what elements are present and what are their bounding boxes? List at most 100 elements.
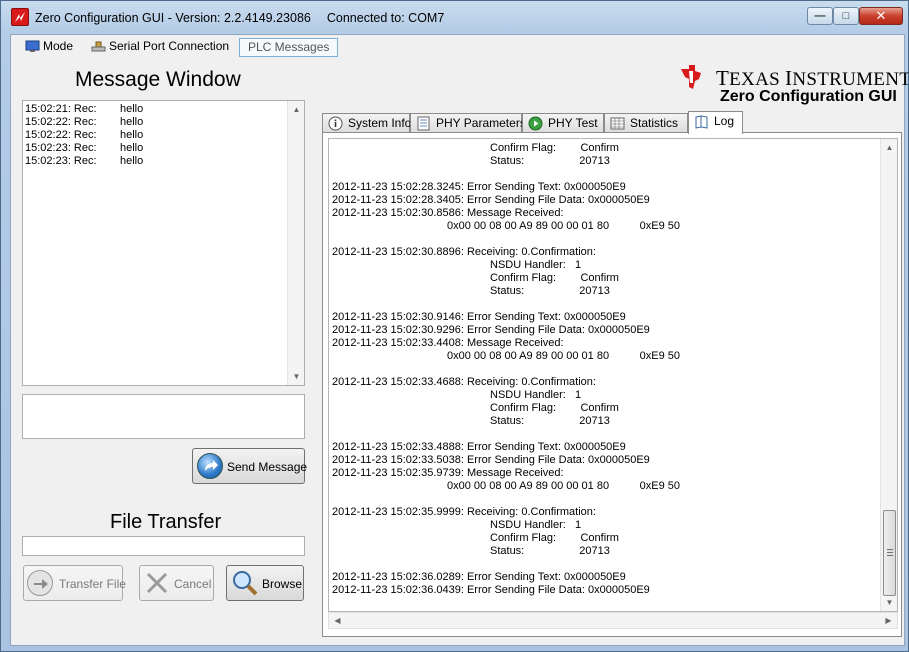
- monitor-icon: [25, 40, 40, 52]
- log-line: 2012-11-23 15:02:30.9146: Error Sending …: [332, 311, 626, 323]
- window-title-text: Zero Configuration GUI - Version: 2.2.41…: [35, 11, 311, 25]
- tab-phy-test[interactable]: PHY Test: [522, 113, 604, 133]
- client-area: Mode Serial Port Connection PLC Messages…: [10, 34, 909, 646]
- send-message-button[interactable]: Send Message: [192, 448, 308, 484]
- log-textbox[interactable]: ▲ ▼ Confirm Flag: Confirm Status: 20713 20…: [328, 138, 898, 612]
- message-time: 15:02:23: Rec:: [25, 142, 97, 154]
- menu-serial-label: Serial Port Connection: [109, 39, 230, 53]
- log-line: 0x00 00 08 00 A9 89 00 00 01 80 0xE9 50: [447, 350, 681, 362]
- log-scroll-thumb[interactable]: [883, 510, 896, 596]
- play-icon: [528, 116, 543, 131]
- maximize-icon: □: [842, 10, 850, 22]
- browse-button[interactable]: Browse: [226, 565, 304, 601]
- transfer-file-label: Transfer File: [59, 577, 126, 591]
- close-icon: ✕: [875, 8, 887, 23]
- message-row[interactable]: 15:02:22: Rec: hello: [25, 116, 143, 129]
- texas-instruments-logo-icon: [681, 65, 701, 89]
- spreadsheet-icon: [610, 117, 625, 130]
- minimize-button[interactable]: —: [807, 7, 833, 25]
- transfer-file-button[interactable]: Transfer File: [23, 565, 126, 601]
- log-line: Confirm Flag: Confirm: [490, 142, 619, 154]
- title-bar[interactable]: Zero Configuration GUI - Version: 2.2.41…: [1, 1, 908, 34]
- log-line: 2012-11-23 15:02:35.9999: Receiving: 0.C…: [332, 506, 596, 518]
- file-transfer-heading: File Transfer: [110, 511, 222, 533]
- scroll-down-icon[interactable]: ▼: [288, 368, 305, 385]
- tab-log-label: Log: [714, 114, 735, 128]
- file-path-input[interactable]: [22, 536, 305, 556]
- menu-plc-messages[interactable]: PLC Messages: [239, 38, 339, 57]
- message-time: 15:02:22: Rec:: [25, 116, 97, 128]
- message-text: hello: [120, 103, 144, 115]
- message-text: hello: [120, 116, 144, 128]
- tab-statistics[interactable]: Statistics: [604, 113, 688, 133]
- product-name: Zero Configuration GUI: [720, 88, 897, 105]
- cancel-label: Cancel: [174, 577, 212, 591]
- log-tab-panel: ▲ ▼ Confirm Flag: Confirm Status: 20713 20…: [322, 132, 902, 637]
- message-text: hello: [120, 142, 144, 154]
- app-logo-icon: [11, 8, 29, 26]
- menu-bar: Mode Serial Port Connection PLC Messages: [11, 35, 904, 59]
- message-time: 15:02:22: Rec:: [25, 129, 97, 141]
- message-list[interactable]: ▲ ▼ 15:02:21: Rec: hello 15:02:22: Rec: hel…: [22, 100, 305, 386]
- log-line: 2012-11-23 15:02:28.3405: Error Sending …: [332, 194, 650, 206]
- message-row[interactable]: 15:02:22: Rec: hello: [25, 129, 143, 142]
- log-line: 2012-11-23 15:02:35.9739: Message Receiv…: [332, 467, 564, 479]
- plug-icon: [91, 41, 106, 52]
- menu-plc-label: PLC Messages: [248, 40, 330, 54]
- scroll-up-icon[interactable]: ▲: [881, 139, 897, 156]
- tab-strip: System Info PHY Parameters PHY Test Stat…: [322, 111, 902, 134]
- message-row[interactable]: 15:02:23: Rec: hello: [25, 142, 143, 155]
- log-line: 2012-11-23 15:02:33.5038: Error Sending …: [332, 454, 650, 466]
- log-line: 2012-11-23 15:02:28.3245: Error Sending …: [332, 181, 626, 193]
- tab-phy-parameters[interactable]: PHY Parameters: [410, 113, 526, 133]
- log-line: 0x00 00 08 00 A9 89 00 00 01 80 0xE9 50: [447, 220, 681, 232]
- message-row[interactable]: 15:02:23: Rec: hello: [25, 155, 143, 168]
- arrow-right-icon: [27, 570, 53, 596]
- cancel-button[interactable]: Cancel: [139, 565, 214, 601]
- message-list-scrollbar[interactable]: ▲ ▼: [287, 101, 304, 385]
- log-line: NSDU Handler: 1: [490, 259, 582, 271]
- message-time: 15:02:21: Rec:: [25, 103, 97, 115]
- log-line: 2012-11-23 15:02:33.4408: Message Receiv…: [332, 337, 564, 349]
- message-text: hello: [120, 155, 144, 167]
- scroll-up-icon[interactable]: ▲: [288, 101, 305, 118]
- menu-mode-label: Mode: [43, 39, 74, 53]
- message-time: 15:02:23: Rec:: [25, 155, 97, 167]
- message-row[interactable]: 15:02:21: Rec: hello: [25, 103, 143, 116]
- log-vertical-scrollbar[interactable]: ▲ ▼: [880, 139, 897, 611]
- log-line: Status: 20713: [490, 415, 610, 427]
- cancel-x-icon: [145, 571, 171, 597]
- message-text: hello: [120, 129, 144, 141]
- book-icon: [695, 115, 708, 129]
- log-line: 2012-11-23 15:02:33.4688: Receiving: 0.C…: [332, 376, 596, 388]
- connection-status: Connected to: COM7: [326, 11, 445, 25]
- message-input[interactable]: [22, 394, 305, 439]
- menu-serial-port-connection[interactable]: Serial Port Connection: [87, 38, 234, 57]
- maximize-button[interactable]: □: [833, 7, 859, 25]
- tab-statistics-label: Statistics: [630, 116, 679, 130]
- document-icon: [417, 116, 430, 131]
- log-line: 2012-11-23 15:02:30.8896: Receiving: 0.C…: [332, 246, 596, 258]
- message-window-heading: Message Window: [75, 68, 241, 91]
- log-line: Confirm Flag: Confirm: [490, 532, 619, 544]
- scroll-down-icon[interactable]: ▼: [881, 594, 897, 611]
- tab-phy-parameters-label: PHY Parameters: [436, 116, 526, 130]
- window-title: Zero Configuration GUI - Version: 2.2.41…: [35, 11, 444, 25]
- scroll-right-icon[interactable]: ▶: [880, 613, 897, 630]
- tab-phy-test-label: PHY Test: [548, 116, 598, 130]
- scroll-left-icon[interactable]: ◀: [329, 613, 346, 630]
- log-horizontal-scrollbar[interactable]: ◀ ▶: [328, 612, 898, 629]
- log-line: Status: 20713: [490, 155, 610, 167]
- log-line: 2012-11-23 15:02:30.9296: Error Sending …: [332, 324, 650, 336]
- tab-system-info[interactable]: System Info: [322, 113, 411, 133]
- send-message-label: Send Message: [227, 460, 308, 474]
- send-arrow-icon: [197, 453, 223, 479]
- log-line: 2012-11-23 15:02:36.0439: Error Sending …: [332, 584, 650, 596]
- log-line: Status: 20713: [490, 545, 610, 557]
- app-window: Zero Configuration GUI - Version: 2.2.41…: [0, 0, 909, 652]
- browse-label: Browse: [262, 577, 303, 591]
- close-button[interactable]: ✕: [859, 7, 903, 25]
- menu-mode[interactable]: Mode: [21, 38, 78, 57]
- tab-log[interactable]: Log: [688, 111, 743, 134]
- minimize-icon: —: [814, 10, 826, 22]
